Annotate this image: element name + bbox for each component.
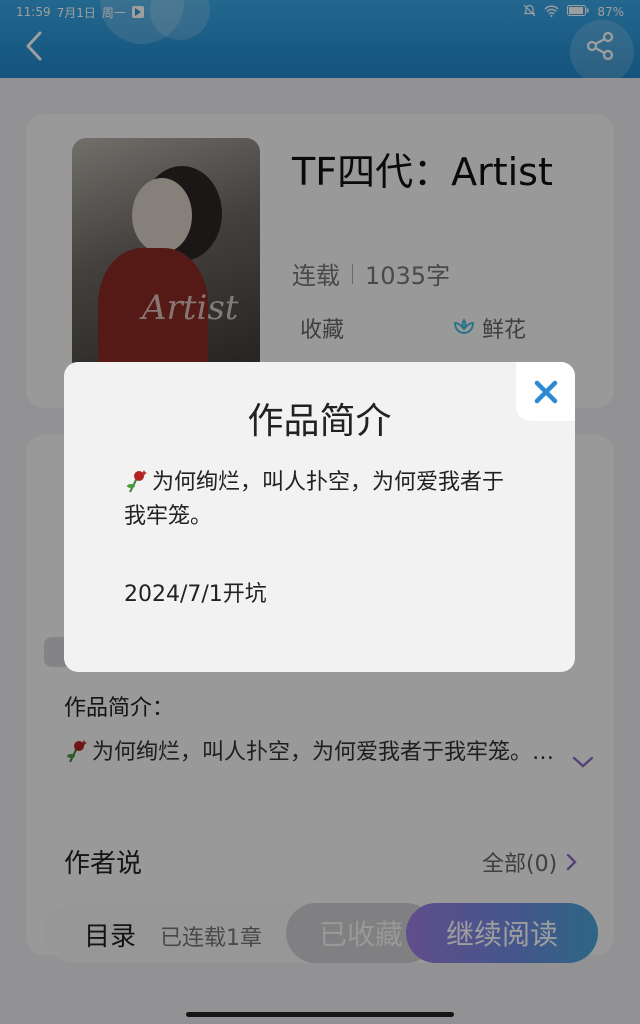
wilted-rose-icon (127, 470, 147, 493)
modal-date-line: 2024/7/1开坑 (124, 582, 267, 607)
close-icon (534, 380, 557, 403)
intro-modal: 作品简介 为何绚烂，叫人扑空，为何爱我者于我牢笼。 2024/7/1开坑 (64, 362, 575, 672)
modal-body-text: 为何绚烂，叫人扑空，为何爱我者于我牢笼。 (124, 470, 505, 529)
modal-title: 作品简介 (247, 401, 392, 442)
modal-body: 为何绚烂，叫人扑空，为何爱我者于我牢笼。 (124, 466, 524, 534)
modal-close-button[interactable] (516, 362, 575, 421)
